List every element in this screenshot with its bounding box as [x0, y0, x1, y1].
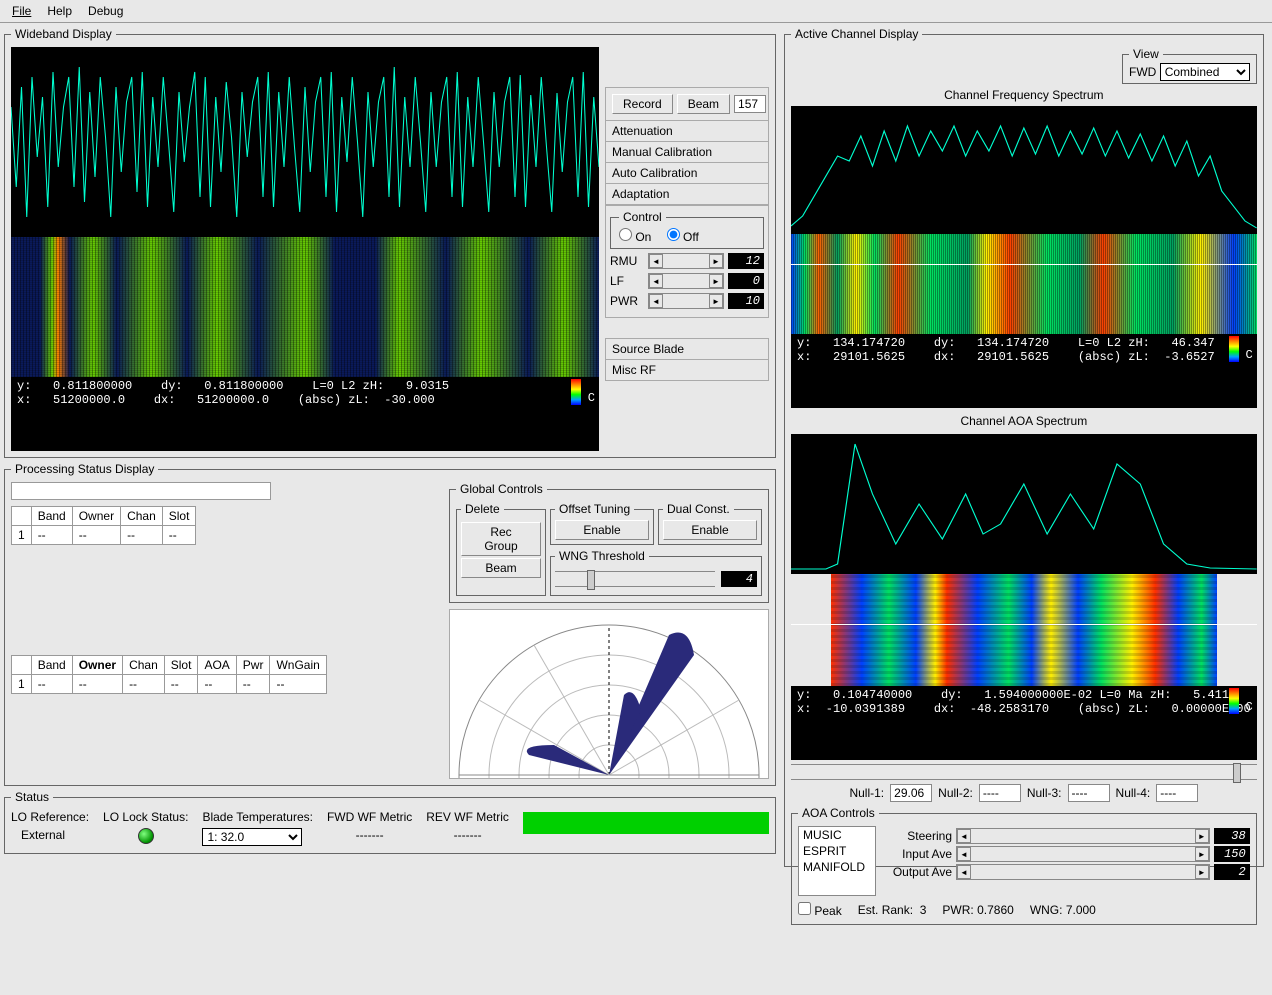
- est-rank-value: 3: [920, 903, 927, 917]
- output-ave-slider[interactable]: ◄►: [956, 864, 1210, 880]
- algorithm-listbox[interactable]: MUSIC ESPRIT MANIFOLD: [798, 826, 876, 896]
- processing-table-1[interactable]: Band Owner Chan Slot 1 -- -- -- --: [11, 506, 196, 545]
- pwr-slider[interactable]: ◄►: [648, 293, 724, 309]
- channel-freq-spectrum[interactable]: [791, 106, 1257, 234]
- polar-beam-plot[interactable]: [449, 609, 769, 779]
- beam-value-input[interactable]: [734, 95, 766, 113]
- wng-slider[interactable]: [555, 571, 715, 587]
- pwr-label: PWR: [610, 294, 644, 308]
- status-indicator-bar: [523, 812, 769, 834]
- wideband-waterfall[interactable]: [11, 237, 599, 377]
- blade-temp-label: Blade Temperatures:: [202, 810, 313, 824]
- status-panel: Status LO Reference: External LO Lock St…: [4, 790, 776, 854]
- processing-legend: Processing Status Display: [11, 462, 158, 476]
- source-blade-item[interactable]: Source Blade: [605, 338, 769, 360]
- rmu-label: RMU: [610, 254, 644, 268]
- lo-reference-value: External: [11, 828, 89, 842]
- peak-checkbox[interactable]: Peak: [798, 902, 842, 918]
- active-channel-display: Active Channel Display View FWD Combined…: [784, 27, 1264, 867]
- rev-wf-value: -------: [426, 828, 509, 842]
- wideband-spectrum-plot[interactable]: [11, 47, 599, 237]
- fwd-wf-value: -------: [327, 828, 412, 842]
- beam-button[interactable]: Beam: [677, 94, 730, 114]
- wideband-legend: Wideband Display: [11, 27, 116, 41]
- control-on-radio[interactable]: On: [619, 230, 651, 244]
- null1-input[interactable]: [890, 784, 932, 802]
- delete-beam-button[interactable]: Beam: [461, 558, 541, 578]
- null2-input[interactable]: [979, 784, 1021, 802]
- aoa-pwr-value: 0.7860: [977, 903, 1014, 917]
- control-off-radio[interactable]: Off: [667, 230, 699, 244]
- lf-value: 0: [728, 273, 764, 289]
- control-legend: Control: [619, 210, 666, 224]
- channel-aoa-spectrum[interactable]: [791, 434, 1257, 574]
- aoa-spectrum-title: Channel AOA Spectrum: [791, 414, 1257, 428]
- attenuation-item[interactable]: Attenuation: [605, 120, 769, 142]
- steering-slider[interactable]: ◄►: [956, 828, 1210, 844]
- lf-slider[interactable]: ◄►: [648, 273, 724, 289]
- lo-lock-led-icon: [138, 828, 154, 844]
- lo-reference-label: LO Reference:: [11, 810, 89, 824]
- manual-calibration-item[interactable]: Manual Calibration: [605, 141, 769, 163]
- rmu-value: 12: [728, 253, 764, 269]
- menu-debug[interactable]: Debug: [82, 2, 129, 20]
- processing-table-2[interactable]: Band Owner Chan Slot AOA Pwr WnGain 1 --…: [11, 655, 327, 694]
- record-button[interactable]: Record: [612, 94, 673, 114]
- dual-enable-button[interactable]: Enable: [663, 520, 757, 540]
- freq-spectrum-title: Channel Frequency Spectrum: [791, 88, 1257, 102]
- menubar: File Help Debug: [0, 0, 1272, 23]
- auto-calibration-item[interactable]: Auto Calibration: [605, 162, 769, 184]
- input-ave-slider[interactable]: ◄►: [956, 846, 1210, 862]
- colormap-icon: [1229, 688, 1239, 714]
- lo-lock-label: LO Lock Status:: [103, 810, 188, 824]
- aoa-wng-value: 7.000: [1066, 903, 1096, 917]
- channel-aoa-waterfall[interactable]: [831, 574, 1217, 686]
- null4-input[interactable]: [1156, 784, 1198, 802]
- processing-status-display: Processing Status Display Band Owner Cha…: [4, 462, 776, 786]
- view-select[interactable]: Combined: [1160, 63, 1250, 81]
- processing-caption: [11, 482, 271, 500]
- view-fwd-label: FWD: [1129, 65, 1156, 79]
- null3-input[interactable]: [1068, 784, 1110, 802]
- channel-freq-waterfall[interactable]: [791, 234, 1257, 334]
- wideband-display: Wideband Display y: 0.811800000 dy: 0.81…: [4, 27, 776, 458]
- fwd-wf-label: FWD WF Metric: [327, 810, 412, 824]
- wng-value: 4: [721, 571, 757, 587]
- table-row: 1 -- -- -- --: [12, 526, 196, 545]
- steering-value: 38: [1214, 828, 1250, 844]
- offset-enable-button[interactable]: Enable: [555, 520, 649, 540]
- aoa-range-slider[interactable]: [791, 764, 1257, 780]
- wideband-readout: y: 0.811800000 dy: 0.811800000 L=0 L2 zH…: [11, 377, 599, 451]
- rev-wf-label: REV WF Metric: [426, 810, 509, 824]
- lf-label: LF: [610, 274, 644, 288]
- menu-help[interactable]: Help: [41, 2, 78, 20]
- colormap-icon: [571, 379, 581, 405]
- misc-rf-item[interactable]: Misc RF: [605, 359, 769, 381]
- pwr-value: 10: [728, 293, 764, 309]
- table-row: 1 -- -- -- -- -- -- --: [12, 675, 327, 694]
- menu-file[interactable]: File: [6, 2, 37, 20]
- colormap-icon: [1229, 336, 1239, 362]
- blade-temp-select[interactable]: 1: 32.0: [202, 828, 302, 846]
- output-ave-value: 2: [1214, 864, 1250, 880]
- rec-group-button[interactable]: Rec Group: [461, 522, 541, 556]
- rmu-slider[interactable]: ◄►: [648, 253, 724, 269]
- aoa-readout: y: 0.104740000 dy: 1.594000000E-02 L=0 M…: [791, 686, 1257, 760]
- freq-readout: y: 134.174720 dy: 134.174720 L=0 L2 zH: …: [791, 334, 1257, 408]
- adaptation-item[interactable]: Adaptation: [605, 183, 769, 205]
- input-ave-value: 150: [1214, 846, 1250, 862]
